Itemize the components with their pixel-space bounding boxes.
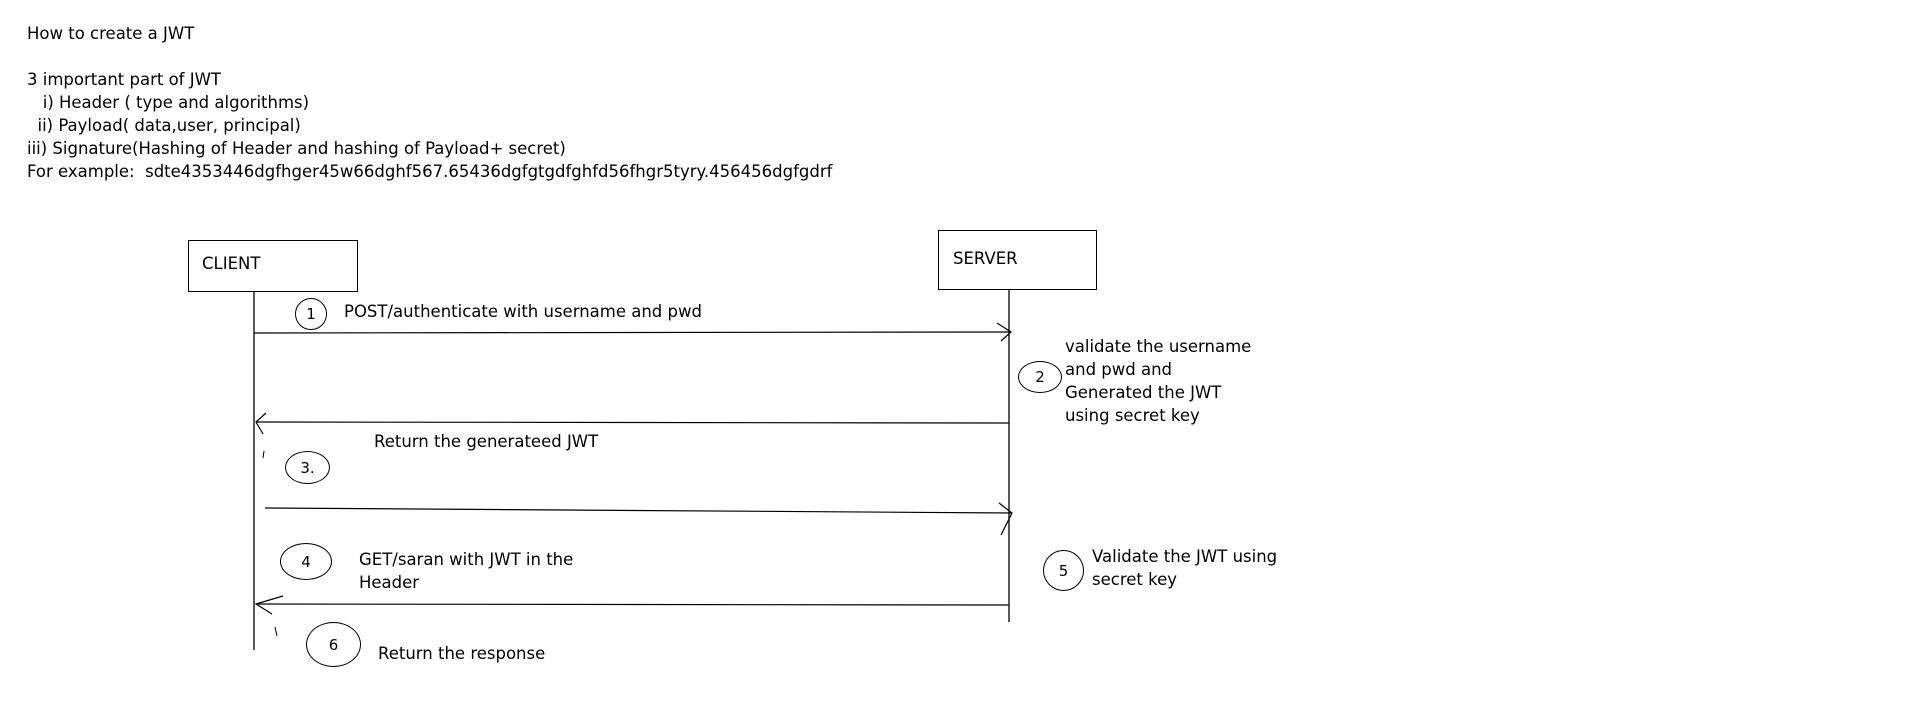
step-5-label-line2: secret key: [1092, 570, 1177, 589]
step-6-label: Return the response: [378, 644, 546, 663]
step-2-circle: 2: [1018, 361, 1062, 393]
step-5-circle: 5: [1043, 550, 1084, 591]
arrow-step-6: [255, 603, 1010, 606]
step-2-label-line4: using secret key: [1065, 406, 1200, 425]
sequence-lines: [253, 290, 1013, 650]
step-5-label-line1: Validate the JWT using: [1092, 547, 1278, 566]
server-label: SERVER: [953, 249, 1018, 268]
step-2-label-line2: and pwd and: [1065, 360, 1173, 379]
step-1-label: POST/authenticate with username and pwd: [344, 302, 702, 321]
step-4-label-line2: Header: [359, 573, 420, 592]
client-label: CLIENT: [202, 254, 261, 273]
step-3-label: Return the generateed JWT: [374, 432, 599, 451]
arrow-step-3: [255, 421, 1010, 424]
arrowhead-step-3: [255, 412, 267, 435]
arrow-step-4: [264, 507, 1013, 514]
server-box: SERVER: [938, 230, 1097, 290]
arrowhead-step-4: [998, 502, 1013, 536]
step-6-circle: 6: [306, 622, 361, 667]
step-2-label-line1: validate the username: [1065, 337, 1252, 356]
step-4-circle: 4: [280, 543, 332, 580]
tick-mark: [274, 626, 278, 637]
step-2-label-line3: Generated the JWT: [1065, 383, 1222, 402]
client-box: CLIENT: [188, 240, 358, 292]
step-1-circle: 1: [295, 298, 327, 330]
tick-mark: [262, 450, 265, 459]
step-4-label-line1: GET/saran with JWT in the: [359, 550, 574, 569]
arrowhead-step-6: [254, 595, 284, 615]
step-3-circle: 3.: [285, 451, 330, 484]
arrow-step-1: [253, 331, 1010, 334]
